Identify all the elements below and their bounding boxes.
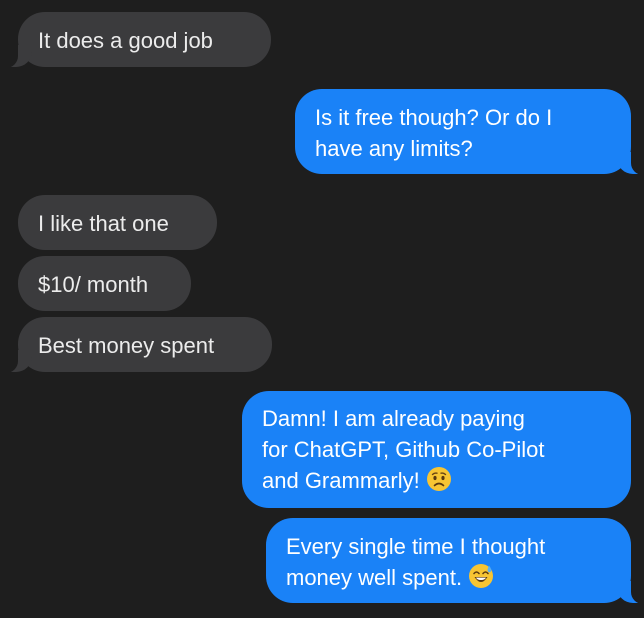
message-text: It does a good job <box>38 28 213 53</box>
message-text: I like that one <box>38 211 169 236</box>
message-bubble-received[interactable]: I like that one <box>18 195 217 250</box>
message-text: for ChatGPT, Github Co-Pilot <box>262 437 545 462</box>
message-text: have any limits? <box>315 136 473 161</box>
message-text: Every single time I thought <box>286 534 546 559</box>
message-bubble-received[interactable]: Best money spent <box>4 317 272 373</box>
message-text: money well spent. <box>286 565 463 590</box>
grinning-sweat-face-icon <box>468 563 494 597</box>
message-thread: It does a good job Is it free though? Or… <box>0 0 644 618</box>
message-text: and Grammarly! <box>262 468 420 493</box>
message-text: Is it free though? Or do I <box>315 105 553 130</box>
message-text: Damn! I am already paying <box>262 406 525 431</box>
message-bubble-sent[interactable]: Is it free though? Or do I have any limi… <box>295 89 644 175</box>
message-bubble-received[interactable]: It does a good job <box>4 12 271 68</box>
message-text: Best money spent <box>38 333 215 358</box>
worried-face-icon <box>426 466 452 500</box>
message-bubble-sent[interactable]: Damn! I am already paying for ChatGPT, G… <box>242 391 631 508</box>
message-bubble-sent[interactable]: Every single time I thought money well s… <box>266 518 644 604</box>
message-bubble-received[interactable]: $10/ month <box>18 256 191 311</box>
message-text: $10/ month <box>38 272 149 297</box>
